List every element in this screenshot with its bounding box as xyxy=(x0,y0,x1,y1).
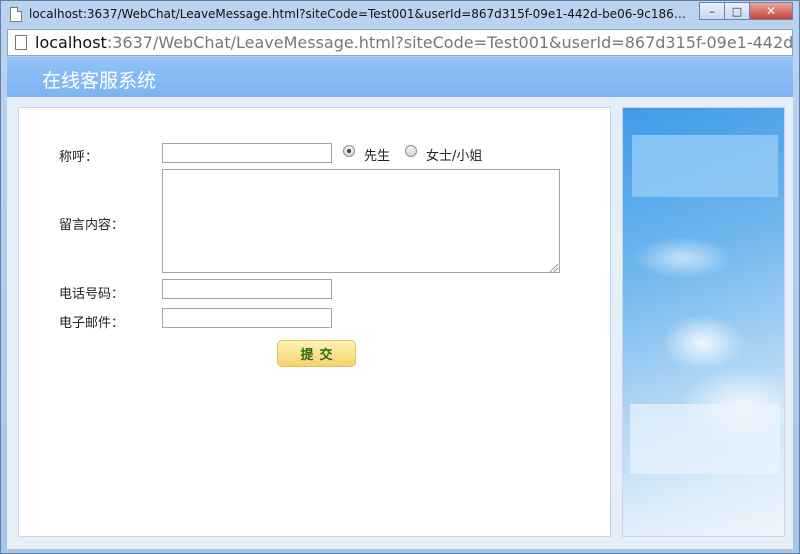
page-content: 在线客服系统 称呼： 先生 女士/小姐 留言内容： 电话号码： 电子邮件： 提交 xyxy=(7,57,793,549)
submit-button[interactable]: 提交 xyxy=(277,340,356,367)
resize-handle[interactable] xyxy=(550,264,558,272)
window-controls: – □ ✕ xyxy=(699,2,793,20)
radio-ms-label[interactable]: 女士/小姐 xyxy=(426,145,482,164)
radio-mr-label[interactable]: 先生 xyxy=(364,145,390,164)
page-icon xyxy=(10,7,22,22)
sky-banner-image xyxy=(622,107,785,537)
phone-input[interactable] xyxy=(162,279,332,299)
page-header: 在线客服系统 xyxy=(7,57,793,97)
address-path: :3637/WebChat/LeaveMessage.html?siteCode… xyxy=(106,33,793,52)
page-icon xyxy=(15,35,27,50)
address-host: localhost xyxy=(35,33,107,52)
close-button[interactable]: ✕ xyxy=(749,2,793,20)
message-label: 留言内容： xyxy=(59,218,125,233)
minimize-button[interactable]: – xyxy=(699,2,725,20)
email-label: 电子邮件： xyxy=(59,316,125,331)
window-title: localhost:3637/WebChat/LeaveMessage.html… xyxy=(29,7,689,21)
message-textarea[interactable] xyxy=(162,169,560,273)
banner-overlay-bottom xyxy=(630,404,780,474)
email-input[interactable] xyxy=(162,308,332,328)
title-bar[interactable]: localhost:3637/WebChat/LeaveMessage.html… xyxy=(1,1,799,29)
phone-label: 电话号码： xyxy=(59,287,125,302)
browser-window: localhost:3637/WebChat/LeaveMessage.html… xyxy=(0,0,800,554)
name-label: 称呼： xyxy=(59,150,99,165)
leave-message-form: 称呼： 先生 女士/小姐 留言内容： 电话号码： 电子邮件： 提交 xyxy=(18,107,611,537)
maximize-button[interactable]: □ xyxy=(724,2,750,20)
radio-ms[interactable] xyxy=(405,145,417,157)
banner-overlay-top xyxy=(632,135,778,197)
name-input[interactable] xyxy=(162,143,332,163)
page-title: 在线客服系统 xyxy=(42,70,157,92)
address-bar[interactable]: localhost :3637/WebChat/LeaveMessage.htm… xyxy=(7,29,793,56)
radio-mr[interactable] xyxy=(343,145,355,157)
